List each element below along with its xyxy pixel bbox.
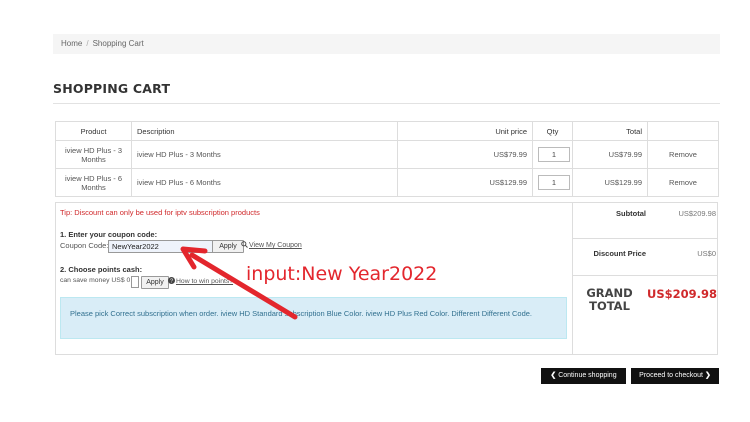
annotation-overlay bbox=[180, 246, 298, 320]
annotation-text: input:New Year2022 bbox=[246, 263, 438, 285]
